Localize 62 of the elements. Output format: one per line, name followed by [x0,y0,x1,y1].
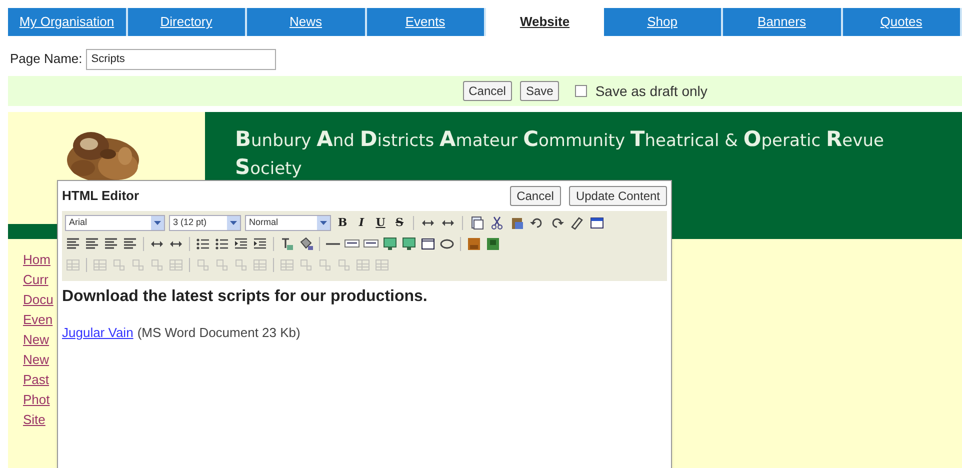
tab[interactable]: My Organisation [8,8,128,36]
dialog-button[interactable]: Cancel [510,186,561,206]
document-link[interactable]: Jugular Vain [62,323,134,342]
document-info: (MS Word Document 23 Kb) [137,324,300,342]
table-cell-icon[interactable] [214,257,230,273]
text-color-icon[interactable] [279,236,295,252]
nav-link[interactable]: Hom [23,251,50,268]
tab[interactable]: Directory [128,8,247,36]
tab[interactable]: Website [486,8,604,36]
draft-checkbox[interactable] [575,85,588,97]
site-title: Bunbury And Districts Amateur Community Theatrical & Operatic Revue Society [235,126,885,181]
image-icon[interactable] [466,236,482,252]
action-button[interactable]: Cancel [462,81,512,101]
underline-button[interactable]: U [373,215,388,231]
table-cell-icon[interactable] [195,257,211,273]
bold-button[interactable]: B [335,215,350,231]
table-cell-icon[interactable] [317,257,333,273]
tab[interactable]: Quotes [842,8,962,36]
table-cell-icon[interactable] [298,257,314,273]
strikethrough-button[interactable]: S [392,215,407,231]
nav-link[interactable]: Docu [23,291,54,308]
cut-icon[interactable] [489,215,505,231]
table-cell-icon[interactable] [336,257,352,273]
table-cell-icon[interactable] [130,257,146,273]
field-label: Page Name: [10,50,82,68]
tab[interactable]: Banners [723,8,842,36]
italic-button[interactable]: I [354,215,369,231]
nav-link[interactable]: New [23,331,50,348]
caret-icon [151,216,164,230]
font-select[interactable]: Arial [65,215,165,231]
nav-link[interactable]: Site [23,411,46,428]
nav-link[interactable]: New [23,351,50,368]
nav-link[interactable]: Past [23,371,50,388]
window-icon[interactable] [589,215,605,231]
size-select[interactable]: 3 (12 pt) [169,215,241,231]
paste-icon[interactable] [509,215,525,231]
action-button[interactable]: Save [520,81,560,101]
list-icon[interactable] [195,236,211,252]
nav-link[interactable]: Even [23,311,53,328]
dialog-title: HTML Editor [62,187,140,206]
eraser-icon[interactable] [569,215,585,231]
copy-icon[interactable] [469,215,485,231]
table-cell-icon[interactable] [111,257,127,273]
tab[interactable]: News [247,8,366,36]
dialog-button[interactable]: Update Content [568,186,667,206]
monitor-icon[interactable] [401,236,417,252]
format-select[interactable]: Normal [245,215,331,231]
caret-icon [317,216,330,230]
nav-link[interactable]: Curr [23,271,48,288]
table-cell-icon[interactable] [233,257,249,273]
page-name-field[interactable]: Scripts [86,48,276,70]
monitor-icon[interactable] [382,236,398,252]
tab[interactable]: Shop [604,8,723,36]
list-icon[interactable] [214,236,230,252]
checkbox-label: Save as draft only [595,82,708,101]
image-icon[interactable] [485,236,501,252]
caret-icon [227,216,240,230]
nav-link[interactable]: Phot [23,391,50,408]
content-heading: Download the latest scripts for our productions. [62,287,428,307]
fill-icon[interactable] [298,236,314,252]
table-cell-icon[interactable] [149,257,165,273]
frame-icon[interactable] [420,236,436,252]
